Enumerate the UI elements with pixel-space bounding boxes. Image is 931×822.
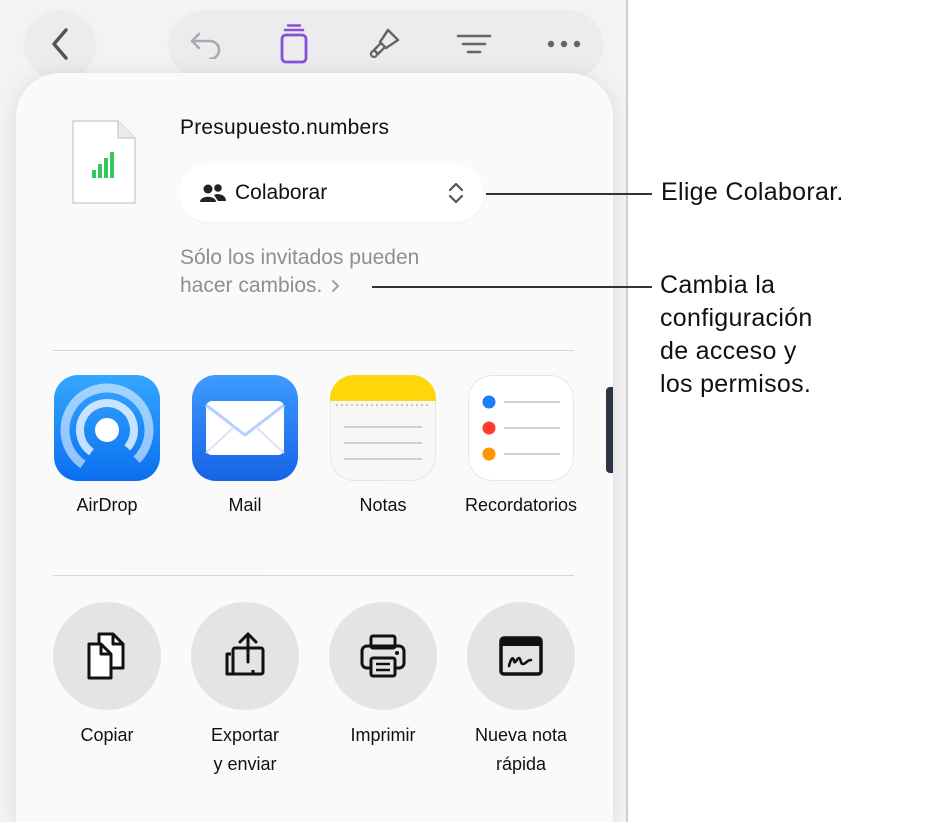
- collaboration-mode-label: Colaborar: [235, 181, 328, 204]
- chevron-right-icon: [332, 280, 340, 293]
- mail-label: Mail: [228, 495, 262, 515]
- section-divider: [53, 575, 574, 576]
- callout-change-access-line1: Cambia la: [660, 271, 776, 299]
- callout-line-access: [372, 286, 652, 288]
- section-divider: [53, 350, 574, 351]
- back-icon: [52, 28, 68, 60]
- document-title: Presupuesto.numbers: [180, 116, 390, 139]
- window-edge: [626, 0, 628, 822]
- collaborate-button[interactable]: [276, 24, 312, 64]
- undo-button[interactable]: [188, 26, 224, 62]
- export-label-line2: y enviar: [213, 754, 277, 774]
- export-label: Exportar y enviar: [170, 721, 320, 779]
- format-brush-icon: [369, 28, 400, 59]
- back-button[interactable]: [25, 11, 95, 77]
- organize-button[interactable]: [456, 26, 492, 62]
- chevron-up-down-icon: [448, 182, 464, 204]
- top-toolbar: [170, 11, 602, 77]
- copy-icon: [87, 632, 125, 680]
- copy-button[interactable]: [53, 602, 161, 710]
- airdrop-label: AirDrop: [76, 495, 138, 515]
- callout-choose-collaborate: Elige Colaborar.: [661, 178, 844, 206]
- access-summary-line1: Sólo los invitados pueden: [180, 246, 420, 269]
- reminders-icon: [482, 395, 560, 461]
- collaborate-icon: [280, 24, 308, 64]
- more-icon: [547, 40, 581, 48]
- quick-note-label: Nueva nota rápida: [446, 721, 596, 779]
- notes-label: Notas: [359, 495, 407, 515]
- undo-icon: [190, 32, 221, 59]
- copy-label: Copiar: [32, 721, 182, 750]
- print-label-line1: Imprimir: [350, 725, 416, 745]
- callout-line-collaborate: [486, 193, 652, 195]
- more-button[interactable]: [546, 26, 582, 62]
- print-label: Imprimir: [308, 721, 458, 750]
- airdrop-icon: [60, 383, 154, 477]
- organize-icon: [456, 34, 492, 54]
- print-icon: [360, 634, 406, 678]
- access-summary-line2: hacer cambios.: [180, 274, 323, 297]
- mail-button[interactable]: [192, 375, 298, 481]
- quick-note-label-line2: rápida: [495, 754, 547, 774]
- export-and-send-button[interactable]: [191, 602, 299, 710]
- export-label-line1: Exportar: [210, 725, 280, 745]
- notes-button[interactable]: [330, 375, 436, 481]
- notes-icon: [330, 375, 436, 460]
- collaboration-mode-popup[interactable]: Colaborar: [179, 164, 484, 222]
- copy-label-line1: Copiar: [80, 725, 134, 745]
- numbers-document-icon: [72, 120, 136, 204]
- mail-icon: [205, 401, 285, 455]
- callout-change-access: Cambia la configuración de acceso y los …: [660, 269, 813, 401]
- reminders-label: Recordatorios: [464, 495, 578, 515]
- airdrop-button[interactable]: [54, 375, 160, 481]
- access-settings-link[interactable]: Sólo los invitados pueden hacer cambios.: [180, 244, 480, 300]
- quick-note-icon: [499, 636, 543, 676]
- callout-change-access-line3: de acceso y: [660, 337, 797, 365]
- print-button[interactable]: [329, 602, 437, 710]
- next-app-edge[interactable]: [606, 387, 613, 473]
- people-icon: [200, 184, 226, 202]
- format-button[interactable]: [366, 26, 402, 62]
- reminders-button[interactable]: [468, 375, 574, 481]
- export-icon: [225, 632, 265, 676]
- quick-note-label-line1: Nueva nota: [474, 725, 568, 745]
- quick-note-button[interactable]: [467, 602, 575, 710]
- callout-change-access-line2: configuración: [660, 304, 813, 332]
- callout-change-access-line4: los permisos.: [660, 370, 812, 398]
